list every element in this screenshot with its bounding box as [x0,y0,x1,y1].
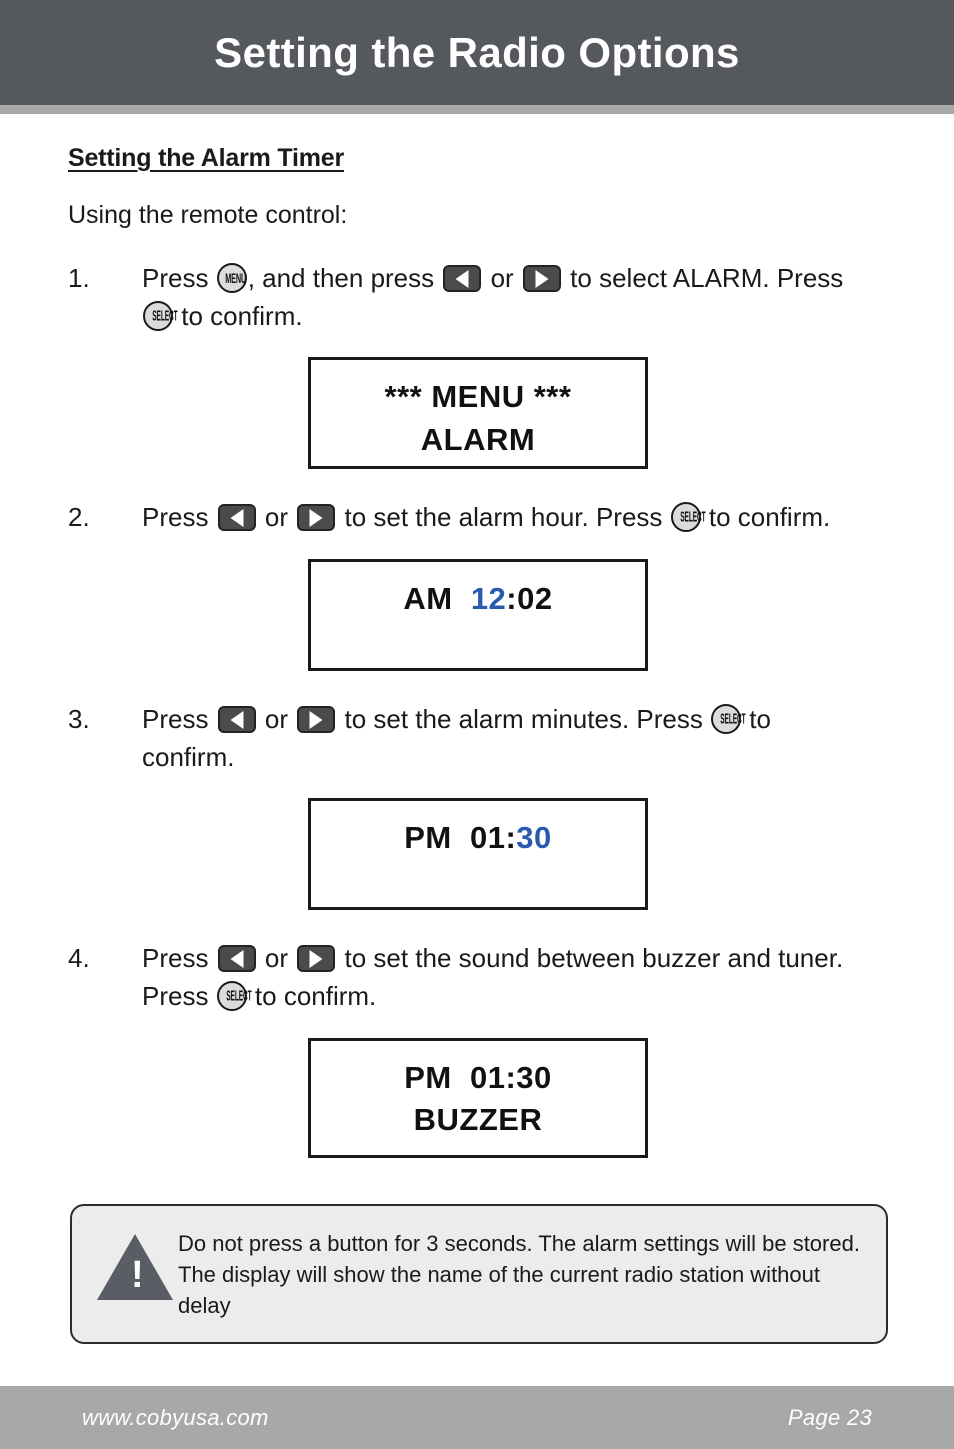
step-text-4: Press or to set the sound between buzzer… [142,940,886,1015]
lcd-2-highlighted-value: 12 [470,581,507,617]
step-item-1: 1. Press MENU, and then press or to sele… [68,260,886,335]
page-content: Setting the Alarm Timer Using the remote… [0,144,954,1344]
right-arrow-button-icon[interactable] [297,945,336,973]
warning-note-text: Do not press a button for 3 seconds. The… [178,1230,860,1319]
right-arrow-button-icon[interactable] [522,265,561,292]
lcd-2-prefix: AM [403,581,471,617]
step-4-text-part-1: Press [142,943,216,974]
step-4-text-part-4: to confirm. [247,981,377,1012]
warning-note-box: ! Do not press a button for 3 seconds. T… [70,1203,888,1344]
section-heading: Setting the Alarm Timer [68,144,345,172]
step-item-3: 3. Press or to set the alarm minutes. Pr… [68,701,886,776]
step-1-text-part-3: or [483,263,521,293]
warning-triangle-icon: ! [96,1226,174,1300]
left-arrow-button-icon[interactable] [217,504,256,532]
left-arrow-button-icon[interactable] [443,265,482,292]
step-1-text-part-1: Press [142,263,216,293]
step-2-text-part-3: to set the alarm hour. Press [337,502,670,533]
warning-triangle-shape: ! [97,1233,173,1300]
step-3-text-part-2: or [257,704,296,735]
left-arrow-button-icon[interactable] [217,706,256,734]
step-3-text-part-3: to set the alarm minutes. Press [337,704,711,735]
menu-button-label: MENU [224,270,246,286]
lcd-display-4-line-1: PM 01:30 [404,1059,552,1095]
step-1-text-part-2: , and then press [247,263,442,293]
select-button-icon[interactable]: SELECT [143,300,178,331]
lcd-display-4-line-2: BUZZER [413,1101,543,1137]
lcd-display-3: PM 01:30 [308,798,648,911]
step-2-text-part-4: to confirm. [701,502,831,533]
select-button-label: SELECT [679,508,706,526]
step-text-2: Press or to set the alarm hour. Press SE… [142,499,886,537]
step-1-text-part-5: to confirm. [174,300,303,331]
right-arrow-button-icon[interactable] [297,504,336,532]
step-item-2: 2. Press or to set the alarm hour. Press… [68,499,886,537]
lcd-display-1-line-1: *** MENU *** [384,379,572,415]
step-2-text-part-1: Press [142,502,216,533]
lcd-3-prefix: PM 01: [404,820,517,856]
step-1-text-part-4: to select ALARM. Press [562,263,844,293]
step-text-1: Press MENU, and then press or to select … [142,260,886,335]
right-arrow-button-icon[interactable] [297,706,336,734]
menu-button-icon[interactable]: MENU [216,263,247,293]
left-arrow-button-icon[interactable] [217,945,256,973]
lcd-display-1-line-2: ALARM [420,421,536,457]
step-4-text-part-2: or [257,943,296,974]
page-footer: www.cobyusa.com Page 23 [0,1386,954,1449]
section-intro-text: Using the remote control: [68,201,348,229]
select-button-icon[interactable]: SELECT [711,704,746,735]
select-button-label: SELECT [225,987,252,1005]
step-number-3: 3. [68,704,90,735]
step-number-1: 1. [68,263,90,293]
step-number-4: 4. [68,943,90,974]
page-header: Setting the Radio Options [0,0,954,105]
footer-website-link[interactable]: www.cobyusa.com [82,1405,269,1431]
select-button-label: SELECT [152,307,178,325]
select-button-icon[interactable]: SELECT [216,981,252,1012]
page-title: Setting the Radio Options [214,28,740,76]
step-2-text-part-2: or [257,502,296,533]
header-divider-rule [0,105,954,114]
lcd-2-suffix: :02 [506,581,553,617]
lcd-display-4: PM 01:30 BUZZER [308,1037,648,1158]
warning-exclamation-glyph: ! [131,1253,144,1296]
lcd-display-3-line-1: PM 01:30 [311,817,645,859]
lcd-display-2-line-1: AM 12:02 [311,578,645,620]
lcd-display-1: *** MENU *** ALARM [308,357,648,470]
lcd-display-2: AM 12:02 [308,559,648,672]
step-3-text-part-1: Press [142,704,216,735]
step-text-3: Press or to set the alarm minutes. Press… [142,701,886,776]
step-item-4: 4. Press or to set the sound between buz… [68,940,886,1015]
footer-page-number: Page 23 [787,1404,872,1430]
lcd-3-highlighted-value: 30 [516,820,552,856]
select-button-label: SELECT [720,710,746,728]
step-number-2: 2. [68,502,90,533]
select-button-icon[interactable]: SELECT [670,502,706,533]
